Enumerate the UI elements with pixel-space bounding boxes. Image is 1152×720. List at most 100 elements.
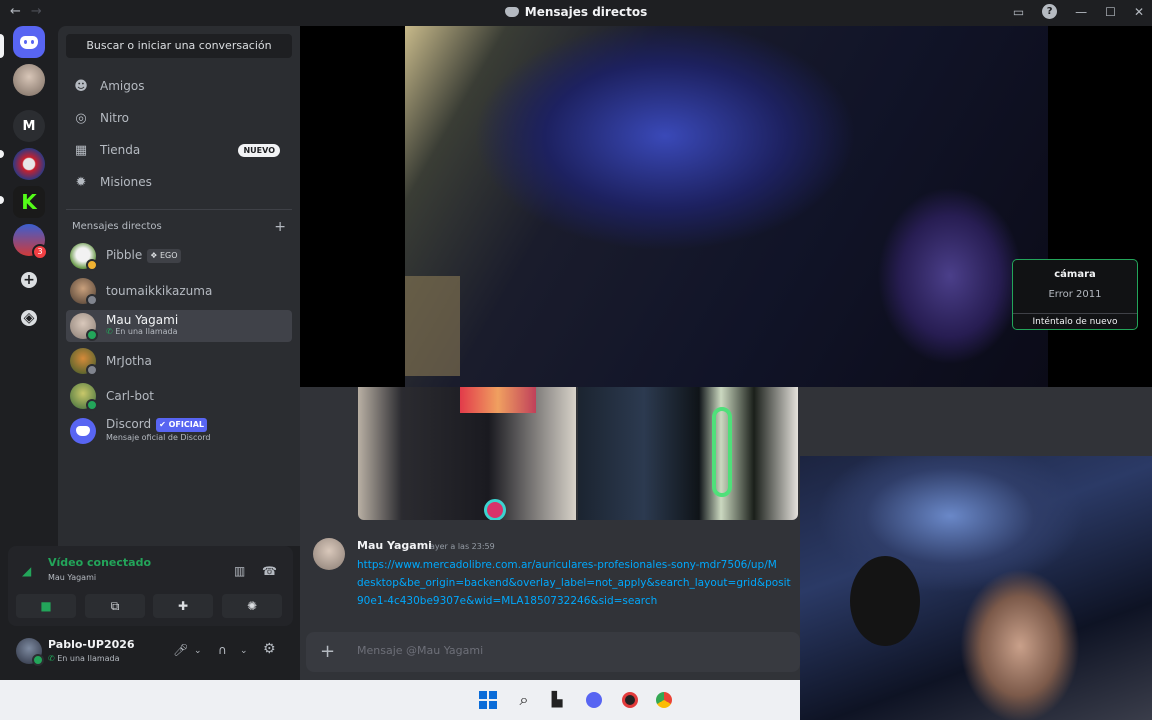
shop-icon: ▦ — [74, 142, 88, 158]
dm-name: Pibble — [106, 248, 143, 262]
voice-status: Vídeo conectado — [48, 556, 152, 569]
call-icon: ✆ — [106, 327, 113, 336]
user-status: En una llamada — [57, 654, 120, 663]
nav-nitro[interactable]: ◎ Nitro — [66, 104, 292, 132]
chevron-down-icon[interactable]: ⌄ — [240, 646, 248, 656]
server-red-blue[interactable] — [13, 148, 45, 180]
server-m[interactable]: M — [13, 110, 45, 142]
minimize-button[interactable]: — — [1075, 5, 1087, 19]
message-input[interactable]: Mensaje @Mau Yagami — [357, 644, 483, 657]
microphone-icon[interactable]: 🎤︎ — [173, 643, 188, 657]
dm-sidebar: Buscar o iniciar una conversación ☻ Amigo… — [58, 26, 300, 546]
discord-taskbar-icon[interactable] — [584, 690, 604, 710]
nav-friends[interactable]: ☻ Amigos — [66, 72, 292, 100]
message-composer[interactable]: + Mensaje @Mau Yagami — [306, 632, 800, 672]
kick-logo-icon: K — [21, 190, 37, 214]
search-conversation-button[interactable]: Buscar o iniciar una conversación — [66, 34, 292, 58]
search-icon[interactable]: ⌕ — [514, 690, 534, 710]
discord-logo-icon — [76, 426, 90, 436]
nav-shop-label: Tienda — [100, 143, 141, 157]
divider — [66, 209, 292, 210]
image-detail — [712, 407, 732, 497]
add-attachment-button[interactable]: + — [320, 641, 335, 662]
os-taskbar: ⌕ ▙ — [0, 680, 800, 720]
create-dm-button[interactable]: + — [274, 219, 286, 235]
status-indicator — [86, 259, 98, 271]
maximize-button[interactable]: ☐ — [1105, 5, 1116, 19]
nav-friends-label: Amigos — [100, 79, 145, 93]
camera-retry-button[interactable]: Inténtalo de nuevo — [1013, 313, 1137, 329]
username[interactable]: Pablo-UP2026 — [48, 638, 135, 651]
start-button[interactable] — [478, 690, 498, 710]
avatar — [70, 383, 98, 411]
home-button[interactable] — [13, 26, 45, 58]
voice-channel-name[interactable]: Mau Yagami — [48, 573, 96, 582]
dm-section-title: Mensajes directos — [72, 221, 162, 232]
avatar — [70, 243, 98, 271]
status-indicator — [86, 294, 98, 306]
camera-button[interactable]: ■ — [16, 594, 76, 618]
plus-icon: + — [21, 272, 37, 288]
nav-shop[interactable]: ▦ Tienda NUEVO — [66, 136, 292, 164]
add-server-button[interactable]: + — [13, 264, 45, 296]
file-explorer-icon[interactable]: ▙ — [547, 690, 567, 710]
server-kick[interactable]: K — [13, 186, 45, 218]
user-panel: Pablo-UP2026 ✆ En una llamada 🎤︎ ⌄ ∩ ⌄ ⚙ — [8, 632, 293, 672]
close-button[interactable]: ✕ — [1134, 5, 1144, 19]
soundboard-button[interactable]: ✺ — [222, 594, 282, 618]
tag-icon: ❖ — [150, 251, 158, 260]
link-line[interactable]: desktop&be_origin=backend&overlay_label=… — [357, 574, 800, 592]
dm-name: MrJotha — [106, 354, 152, 368]
message-link[interactable]: https://www.mercadolibre.com.ar/auricula… — [357, 556, 800, 610]
verified-icon: ✔ — [159, 420, 166, 429]
noise-suppression-icon[interactable]: ▥ — [234, 564, 245, 578]
status-indicator — [32, 654, 44, 666]
user-avatar[interactable] — [16, 638, 44, 666]
avatar — [70, 348, 98, 376]
image-attachments — [358, 387, 798, 520]
attachment-image-1[interactable] — [358, 387, 576, 520]
dm-item-pibble[interactable]: Pibble ❖ EGO — [66, 240, 292, 272]
camera-error-title: cámara — [1054, 269, 1096, 280]
headphones-icon[interactable]: ∩ — [218, 643, 227, 657]
link-line[interactable]: 90e1-4c430be9307e&wid=MLA1850732246&sid=… — [357, 592, 800, 610]
nav-quests-label: Misiones — [100, 175, 152, 189]
server-m-letter: M — [22, 118, 36, 134]
link-line[interactable]: https://www.mercadolibre.com.ar/auricula… — [357, 556, 800, 574]
dm-item-toumaikkikazuma[interactable]: toumaikkikazuma — [66, 275, 292, 307]
signal-icon[interactable]: ◢ — [22, 564, 31, 578]
call-icon: ✆ — [48, 654, 55, 663]
dm-item-carl-bot[interactable]: Carl-bot — [66, 380, 292, 412]
dm-item-mau-yagami[interactable]: Mau Yagami ✆ En una llamada — [66, 310, 292, 342]
image-detail — [460, 387, 536, 413]
video-background-detail — [405, 276, 460, 376]
help-icon[interactable]: ? — [1042, 4, 1058, 19]
activities-button[interactable]: ✚ — [153, 594, 213, 618]
dm-item-mrjotha[interactable]: MrJotha — [66, 345, 292, 377]
title-bar: ← → Mensajes directos ▭ ? — ☐ ✕ — [0, 0, 1152, 26]
avatar — [70, 418, 96, 444]
screen-share-button[interactable]: ⧉ — [85, 594, 145, 618]
message-avatar[interactable] — [313, 538, 345, 570]
message-author[interactable]: Mau Yagami — [357, 539, 432, 552]
self-video-overlay[interactable] — [800, 456, 1152, 720]
avatar — [70, 278, 98, 306]
discord-icon — [504, 7, 519, 17]
unread-indicator — [0, 196, 4, 204]
settings-gear-icon[interactable]: ⚙ — [263, 641, 276, 657]
nav-quests[interactable]: ✹ Misiones — [66, 168, 292, 196]
explore-button[interactable]: ◈ — [13, 302, 45, 334]
chrome-icon[interactable] — [654, 690, 674, 710]
remote-video-stream[interactable] — [300, 26, 1152, 387]
chevron-down-icon[interactable]: ⌄ — [194, 646, 202, 656]
dm-avatar-server[interactable] — [13, 64, 45, 96]
app-taskbar-icon[interactable] — [620, 690, 640, 710]
camera-error-code: Error 2011 — [1048, 289, 1102, 300]
guild-tag: ❖ EGO — [147, 249, 181, 263]
disconnect-icon[interactable]: ☎ — [262, 564, 277, 578]
inbox-icon[interactable]: ▭ — [1013, 5, 1024, 19]
dm-item-discord[interactable]: Discord ✔ OFICIAL Mensaje oficial de Disco… — [66, 415, 292, 447]
tag-text: OFICIAL — [168, 420, 204, 429]
attachment-image-2[interactable] — [578, 387, 798, 520]
status-indicator — [86, 399, 98, 411]
